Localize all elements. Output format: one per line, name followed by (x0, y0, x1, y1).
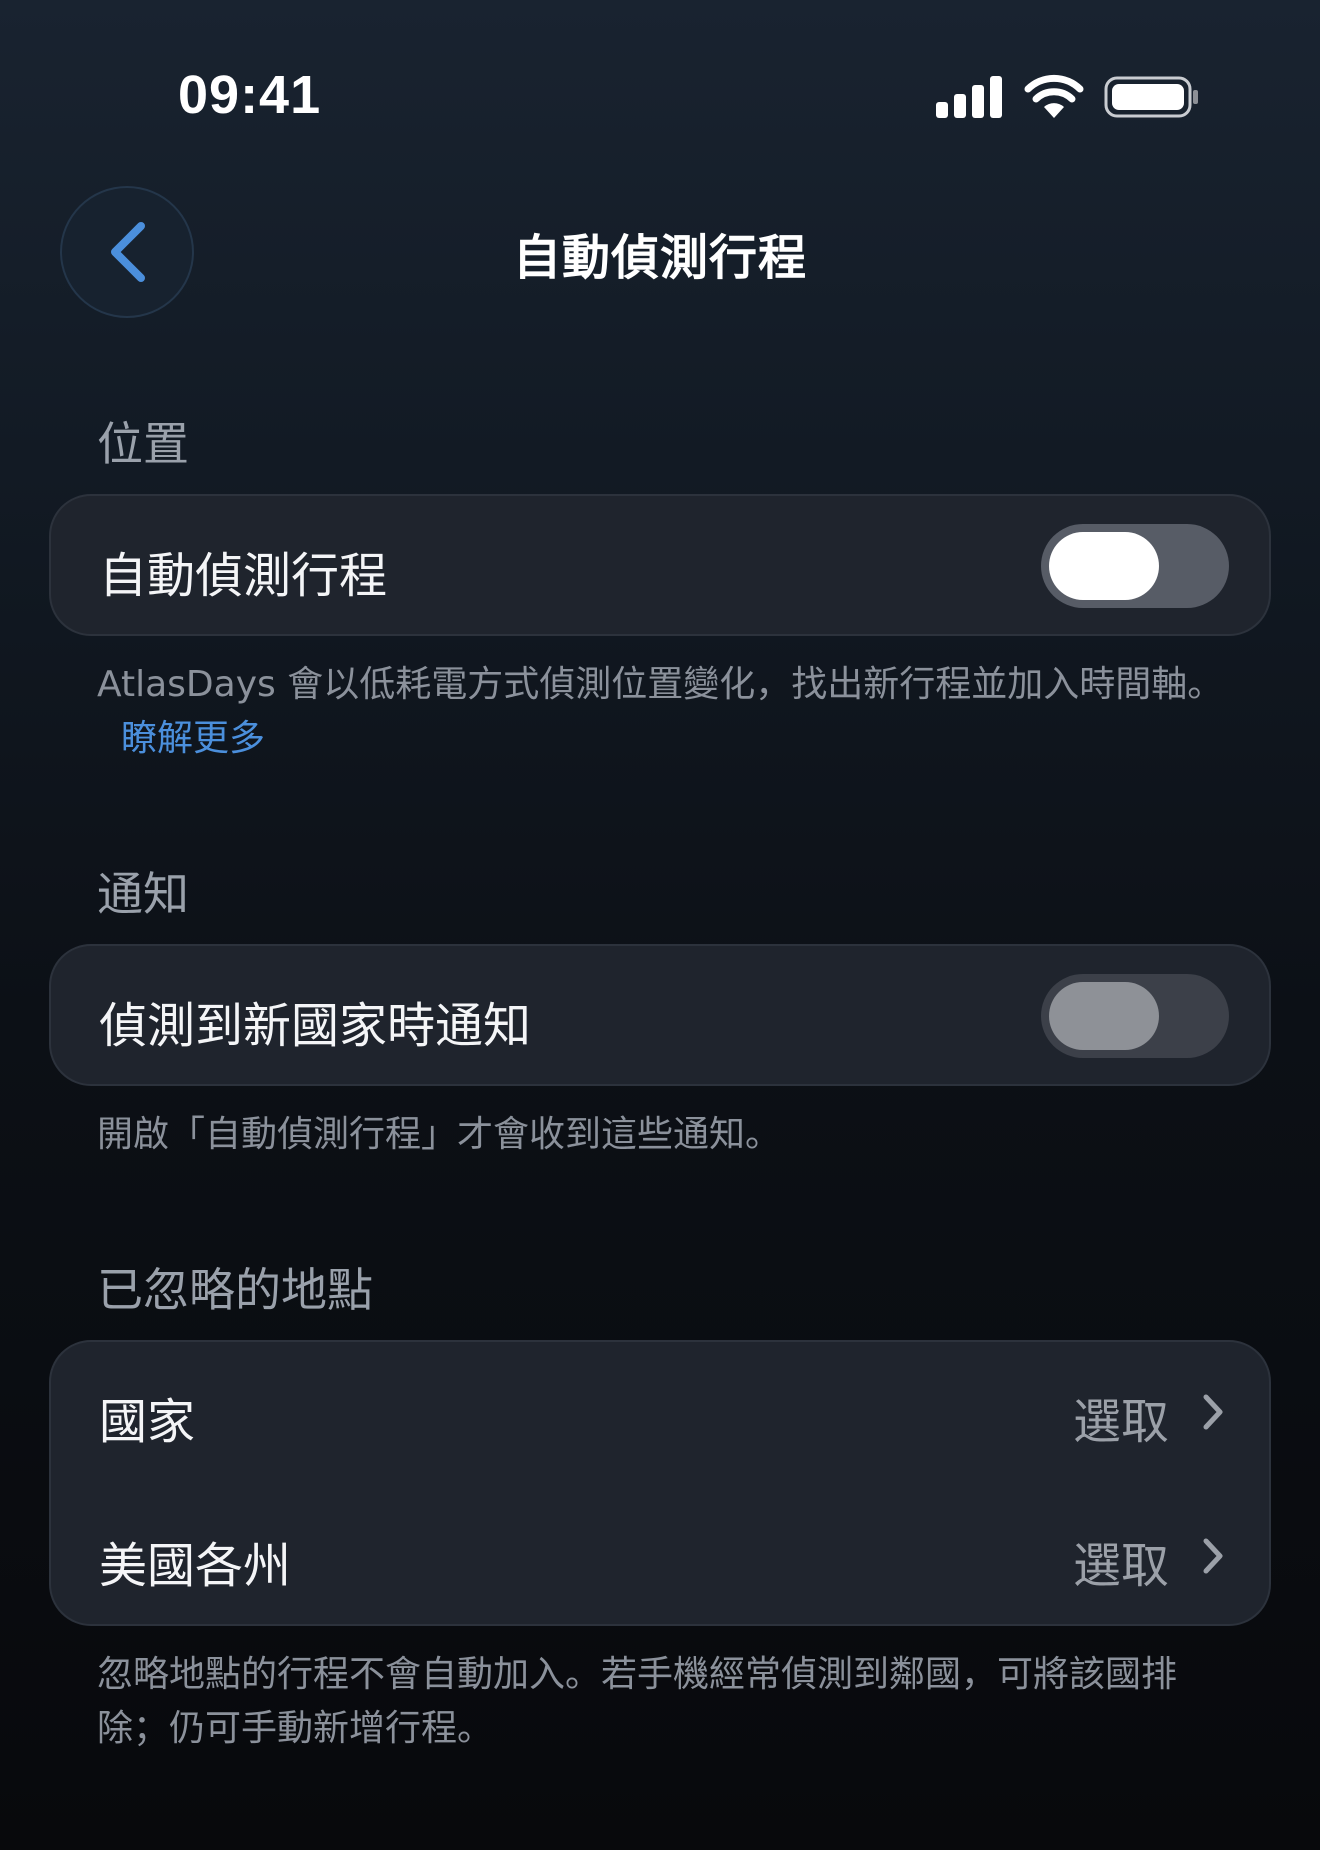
ignored-us-states-value: 選取 (1072, 1538, 1169, 1594)
ignored-card: 國家 選取 美國各州 選取 (49, 1340, 1271, 1626)
ignored-countries-row[interactable]: 國家 選取 (51, 1342, 1269, 1484)
auto-detect-toggle[interactable] (1041, 524, 1229, 608)
chevron-right-icon (1203, 1538, 1223, 1574)
new-country-notify-row: 偵測到新國家時通知 (51, 946, 1269, 1084)
ignored-countries-value: 選取 (1072, 1394, 1169, 1450)
battery-icon (1104, 76, 1198, 118)
toggle-knob (1049, 982, 1159, 1050)
section-header-location: 位置 (97, 417, 189, 471)
ignored-footnote: 忽略地點的行程不會自動加入。若手機經常偵測到鄰國，可將該國排除；仍可手動新增行程… (97, 1654, 1178, 1749)
status-time: 09:41 (178, 65, 322, 125)
location-footnote-text: AtlasDays 會以低耗電方式偵測位置變化，找出新行程並加入時間軸。 (97, 664, 1224, 705)
ignored-us-states-label: 美國各州 (99, 1538, 292, 1594)
section-header-notifications: 通知 (97, 867, 189, 921)
location-footnote: AtlasDays 會以低耗電方式偵測位置變化，找出新行程並加入時間軸。瞭解更多 (97, 658, 1237, 766)
notifications-card: 偵測到新國家時通知 (49, 944, 1271, 1086)
auto-detect-row: 自動偵測行程 (51, 496, 1269, 634)
cellular-signal-icon (936, 76, 1002, 118)
notifications-footnote: 開啟「自動偵測行程」才會收到這些通知。 (97, 1114, 782, 1155)
auto-detect-label: 自動偵測行程 (99, 548, 388, 604)
new-country-notify-label: 偵測到新國家時通知 (99, 998, 532, 1054)
wifi-icon (1024, 74, 1084, 118)
ignored-us-states-row[interactable]: 美國各州 選取 (51, 1484, 1269, 1626)
section-header-ignored: 已忽略的地點 (97, 1263, 373, 1317)
learn-more-link[interactable]: 瞭解更多 (121, 718, 265, 759)
location-card: 自動偵測行程 (49, 494, 1271, 636)
new-country-notify-toggle[interactable] (1041, 974, 1229, 1058)
status-bar: 09:41 (0, 0, 1320, 160)
chevron-right-icon (1203, 1394, 1223, 1430)
toggle-knob (1049, 532, 1159, 600)
page-title: 自動偵測行程 (512, 230, 807, 286)
ignored-countries-label: 國家 (99, 1394, 196, 1450)
